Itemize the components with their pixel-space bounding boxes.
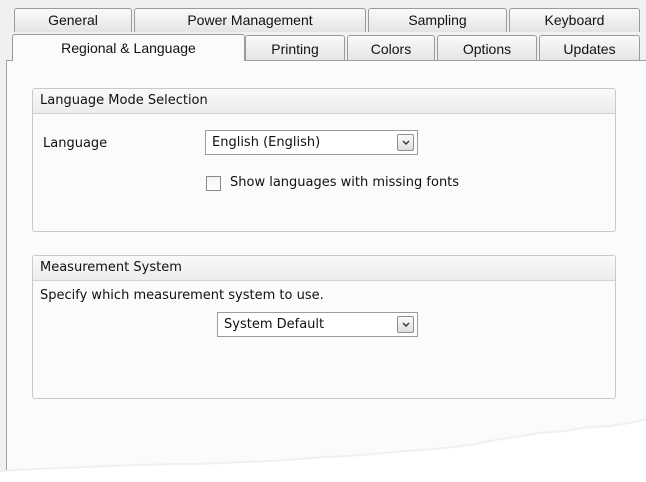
tab-updates[interactable]: Updates xyxy=(539,35,640,61)
chevron-down-icon[interactable] xyxy=(397,134,414,151)
measurement-dropdown-value: System Default xyxy=(224,317,325,332)
tab-page-regional-language: Language Mode Selection Language English… xyxy=(6,60,646,470)
language-label: Language xyxy=(43,136,108,151)
language-dropdown[interactable]: English (English) xyxy=(205,130,418,155)
language-dropdown-value: English (English) xyxy=(212,135,321,150)
tab-options[interactable]: Options xyxy=(437,35,537,61)
missing-fonts-label[interactable]: Show languages with missing fonts xyxy=(230,175,459,190)
measurement-system-group: Measurement System Specify which measure… xyxy=(32,255,616,399)
tab-colors[interactable]: Colors xyxy=(347,35,435,61)
language-mode-group-title: Language Mode Selection xyxy=(33,89,615,114)
tab-power-management[interactable]: Power Management xyxy=(134,8,366,32)
language-mode-group: Language Mode Selection Language English… xyxy=(32,88,616,232)
chevron-down-icon[interactable] xyxy=(397,316,414,333)
tab-sampling[interactable]: Sampling xyxy=(368,8,507,32)
tab-general[interactable]: General xyxy=(14,8,132,32)
measurement-description: Specify which measurement system to use. xyxy=(40,288,324,303)
tab-printing[interactable]: Printing xyxy=(245,35,345,61)
measurement-system-group-title: Measurement System xyxy=(33,256,615,281)
tab-keyboard[interactable]: Keyboard xyxy=(509,8,640,32)
measurement-system-dropdown[interactable]: System Default xyxy=(217,312,418,337)
missing-fonts-checkbox[interactable] xyxy=(206,176,221,191)
tab-regional-language[interactable]: Regional & Language xyxy=(12,34,245,61)
